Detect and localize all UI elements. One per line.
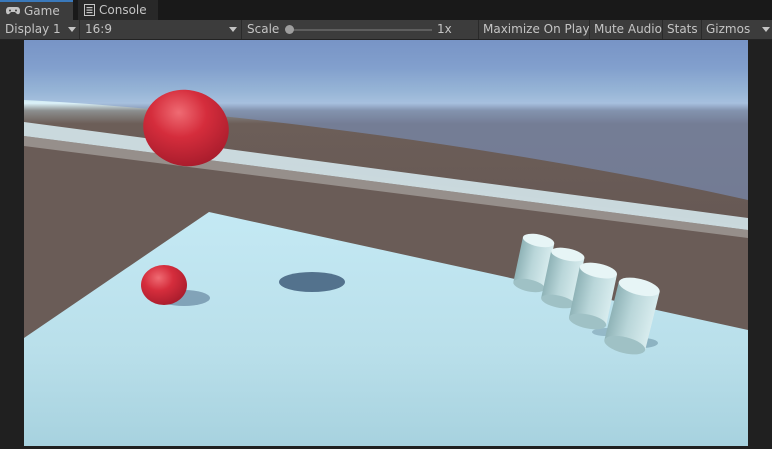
tab-console-label: Console	[99, 3, 147, 17]
scale-label: Scale	[247, 22, 280, 36]
scale-slider[interactable]	[290, 29, 432, 31]
maximize-on-play-label: Maximize On Play	[483, 22, 590, 36]
gizmos-label: Gizmos	[706, 22, 751, 36]
editor-tab-bar: Game Console	[0, 0, 772, 20]
stats-label: Stats	[667, 22, 698, 36]
display-dropdown[interactable]: Display 1	[0, 20, 79, 39]
scale-value: 1x	[437, 22, 452, 36]
aspect-ratio-dropdown[interactable]: 16:9	[80, 20, 241, 39]
scale-slider-thumb[interactable]	[285, 25, 294, 34]
gamepad-icon	[6, 6, 20, 16]
display-dropdown-label: Display 1	[5, 22, 61, 36]
tab-game-label: Game	[24, 4, 60, 18]
gizmos-dropdown[interactable]: Gizmos	[702, 20, 772, 39]
sphere-shadow	[279, 272, 345, 292]
toolbar-divider	[241, 20, 242, 39]
console-icon	[84, 4, 95, 16]
ground-sphere	[141, 265, 187, 305]
chevron-down-icon	[68, 27, 76, 32]
stats-toggle[interactable]: Stats	[663, 20, 701, 39]
aspect-ratio-label: 16:9	[85, 22, 112, 36]
mute-audio-label: Mute Audio	[594, 22, 662, 36]
game-viewport[interactable]	[0, 40, 772, 449]
game-view-toolbar: Display 1 16:9 Scale 1x Maximize On Play…	[0, 20, 772, 40]
tab-console[interactable]: Console	[78, 0, 158, 20]
chevron-down-icon	[229, 27, 237, 32]
mute-audio-toggle[interactable]: Mute Audio	[590, 20, 662, 39]
chevron-down-icon	[762, 27, 770, 32]
maximize-on-play-toggle[interactable]: Maximize On Play	[479, 20, 590, 39]
game-scene-render	[24, 40, 748, 446]
tab-game[interactable]: Game	[0, 0, 73, 20]
